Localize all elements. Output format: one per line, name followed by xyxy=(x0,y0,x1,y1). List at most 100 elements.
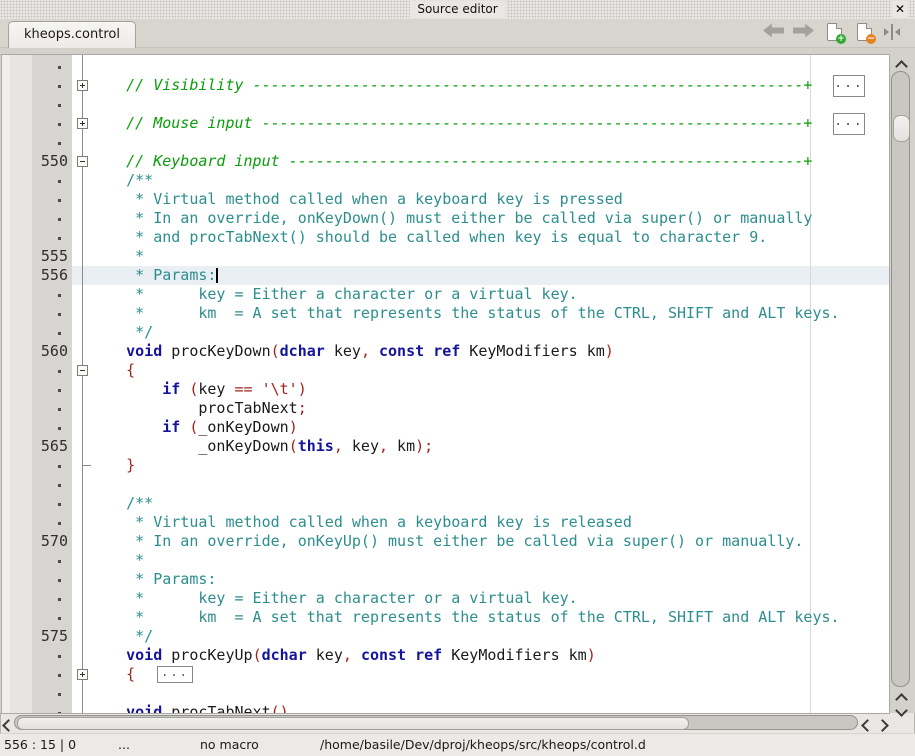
code-text[interactable]: */ xyxy=(90,323,153,342)
code-text[interactable]: * Virtual method called when a keyboard … xyxy=(90,190,623,209)
line-number[interactable] xyxy=(2,114,70,133)
code-line[interactable]: void procTabNext() xyxy=(2,703,889,713)
code-text[interactable]: * xyxy=(90,551,144,570)
line-number[interactable] xyxy=(2,171,70,190)
scroll-left-button[interactable] xyxy=(1,715,15,731)
code-text[interactable]: */ xyxy=(90,627,153,646)
code-line[interactable]: * Virtual method called when a keyboard … xyxy=(2,513,889,532)
code-text[interactable]: * key = Either a character or a virtual … xyxy=(90,589,578,608)
code-line[interactable]: * Params: xyxy=(2,570,889,589)
line-number[interactable] xyxy=(2,646,70,665)
code-text[interactable]: void procKeyUp(dchar key, const ref KeyM… xyxy=(90,646,596,665)
line-number[interactable] xyxy=(2,285,70,304)
code-line[interactable]: // Mouse input -------------------------… xyxy=(2,114,889,133)
code-text[interactable]: { xyxy=(90,361,135,380)
horizontal-scrollbar-thumb[interactable] xyxy=(17,717,689,730)
code-text[interactable]: void procTabNext() xyxy=(90,703,289,713)
line-number[interactable] xyxy=(2,703,70,713)
line-number[interactable]: 570 xyxy=(2,532,70,551)
code-text[interactable]: * xyxy=(90,247,144,266)
horizontal-scrollbar-track[interactable] xyxy=(14,715,858,730)
code-line[interactable] xyxy=(2,133,889,152)
line-number[interactable] xyxy=(2,190,70,209)
line-number[interactable] xyxy=(2,76,70,95)
code-text[interactable]: // Mouse input -------------------------… xyxy=(90,114,812,133)
line-number[interactable] xyxy=(2,228,70,247)
code-line[interactable] xyxy=(2,684,889,703)
line-number[interactable]: 565 xyxy=(2,437,70,456)
code-line[interactable]: * key = Either a character or a virtual … xyxy=(2,589,889,608)
code-text[interactable]: } xyxy=(90,456,135,475)
code-line[interactable]: if (key == '\t') xyxy=(2,380,889,399)
code-line[interactable]: * km = A set that represents the status … xyxy=(2,608,889,627)
code-line[interactable]: * In an override, onKeyDown() must eithe… xyxy=(2,209,889,228)
line-number[interactable] xyxy=(2,551,70,570)
scroll-down-button[interactable] xyxy=(889,700,913,712)
code-line[interactable]: * key = Either a character or a virtual … xyxy=(2,285,889,304)
code-text[interactable]: // Keyboard input ----------------------… xyxy=(90,152,812,171)
line-number[interactable] xyxy=(2,323,70,342)
collapsed-fold-ellipsis[interactable]: ... xyxy=(833,113,865,135)
line-number[interactable] xyxy=(2,57,70,76)
line-number[interactable]: 555 xyxy=(2,247,70,266)
code-line[interactable] xyxy=(2,475,889,494)
line-number[interactable] xyxy=(2,589,70,608)
code-text[interactable]: * Params: xyxy=(90,266,216,285)
code-line[interactable]: 555 * xyxy=(2,247,889,266)
code-line[interactable]: * and procTabNext() should be called whe… xyxy=(2,228,889,247)
collapsed-fold-ellipsis[interactable]: ... xyxy=(833,75,865,97)
code-line[interactable]: } xyxy=(2,456,889,475)
line-number[interactable]: 550 xyxy=(2,152,70,171)
line-number[interactable]: 560 xyxy=(2,342,70,361)
detach-editor-button[interactable] xyxy=(883,23,905,43)
code-text[interactable]: * In an override, onKeyDown() must eithe… xyxy=(90,209,812,228)
line-number[interactable] xyxy=(2,418,70,437)
scroll-up-button[interactable] xyxy=(889,56,913,68)
line-number[interactable]: 575 xyxy=(2,627,70,646)
code-text[interactable]: * km = A set that represents the status … xyxy=(90,608,840,627)
nav-forward-button[interactable] xyxy=(793,23,815,43)
code-line[interactable]: /** xyxy=(2,171,889,190)
fold-collapse-toggle[interactable] xyxy=(77,365,88,376)
line-number[interactable]: 556 xyxy=(2,266,70,285)
line-number[interactable] xyxy=(2,513,70,532)
code-line[interactable]: { xyxy=(2,361,889,380)
code-line[interactable]: // Visibility --------------------------… xyxy=(2,76,889,95)
line-number[interactable] xyxy=(2,95,70,114)
code-text[interactable]: _onKeyDown(this, key, km); xyxy=(90,437,433,456)
close-icon[interactable]: ✕ xyxy=(892,1,908,18)
code-text[interactable]: procTabNext; xyxy=(90,399,307,418)
code-line[interactable]: 565 _onKeyDown(this, key, km); xyxy=(2,437,889,456)
code-text[interactable]: { xyxy=(90,665,135,684)
line-number[interactable] xyxy=(2,399,70,418)
code-line[interactable]: */ xyxy=(2,323,889,342)
vertical-scrollbar[interactable] xyxy=(889,55,913,713)
fold-expand-toggle[interactable] xyxy=(77,669,88,680)
code-text[interactable]: /** xyxy=(90,494,153,513)
code-line[interactable]: 550 // Keyboard input ------------------… xyxy=(2,152,889,171)
line-number[interactable] xyxy=(2,361,70,380)
code-line[interactable]: procTabNext; xyxy=(2,399,889,418)
code-line[interactable]: 556 * Params: xyxy=(2,266,889,285)
line-number[interactable] xyxy=(2,133,70,152)
remove-document-button[interactable]: − xyxy=(855,23,877,43)
line-number[interactable] xyxy=(2,494,70,513)
code-text[interactable]: * and procTabNext() should be called whe… xyxy=(90,228,767,247)
vertical-scrollbar-thumb[interactable] xyxy=(893,115,910,142)
code-line[interactable]: * xyxy=(2,551,889,570)
line-number[interactable] xyxy=(2,475,70,494)
scroll-right-button[interactable] xyxy=(875,715,889,731)
horizontal-scrollbar[interactable] xyxy=(0,713,915,733)
code-line[interactable]: 560 void procKeyDown(dchar key, const re… xyxy=(2,342,889,361)
line-number[interactable] xyxy=(2,456,70,475)
scroll-left-button-right[interactable] xyxy=(860,715,874,731)
code-text[interactable]: * In an override, onKeyUp() must either … xyxy=(90,532,803,551)
code-text[interactable]: if (_onKeyDown) xyxy=(90,418,298,437)
code-line[interactable]: /** xyxy=(2,494,889,513)
line-number[interactable] xyxy=(2,570,70,589)
line-number[interactable] xyxy=(2,608,70,627)
code-line[interactable] xyxy=(2,57,889,76)
code-line[interactable]: void procKeyUp(dchar key, const ref KeyM… xyxy=(2,646,889,665)
add-document-button[interactable]: + xyxy=(825,23,847,43)
code-text[interactable]: * km = A set that represents the status … xyxy=(90,304,840,323)
